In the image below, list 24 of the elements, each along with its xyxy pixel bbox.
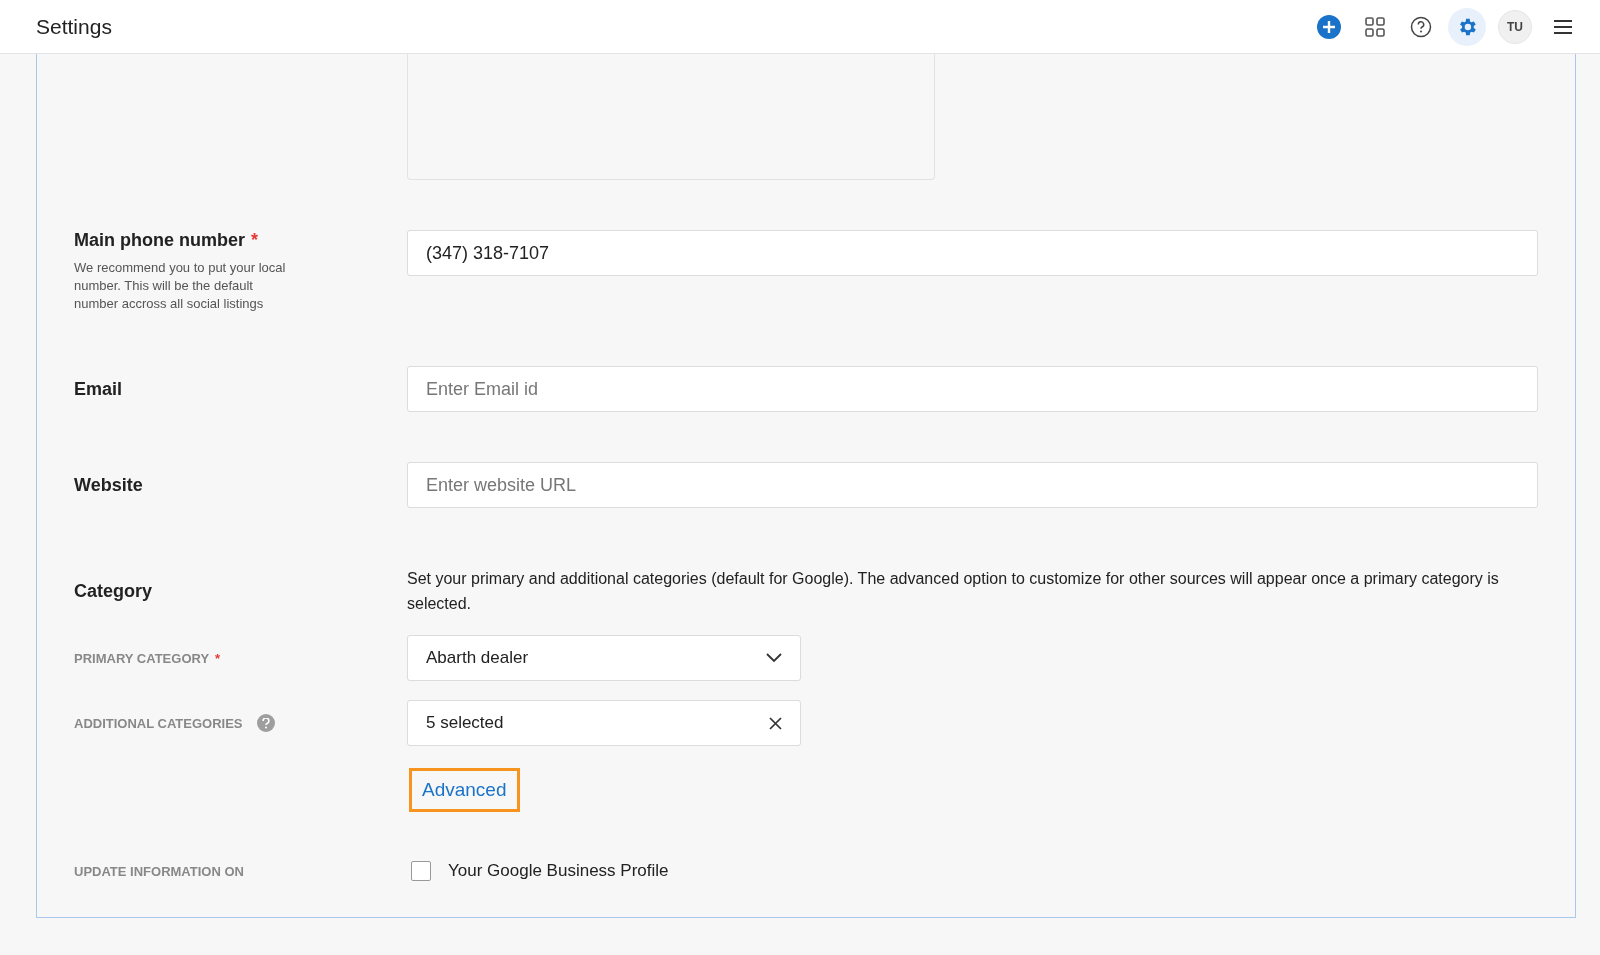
categories-select[interactable]: 5 selected <box>407 700 801 746</box>
chevron-down-icon <box>766 653 782 663</box>
category-dropdown[interactable]: Abarth dealer <box>407 635 801 681</box>
advanced-link[interactable]: Advanced <box>409 768 520 812</box>
page-title: Settings <box>36 14 113 39</box>
phone-input[interactable]: (347) 318-7107 <box>407 230 1538 276</box>
checkbox-label: Your Google Business Profile <box>448 861 669 881</box>
field-label: PRIMARY CATEGORY <box>74 650 210 666</box>
checkbox[interactable] <box>411 861 431 881</box>
category-description: Set your primary and additional categories (default for Google). The advanced option to customize for other sources will appear once a primary category is selected. <box>407 569 1500 614</box>
field-label: Website <box>74 474 144 496</box>
required-mark: * <box>251 230 258 251</box>
field-label: Main phone number <box>74 230 245 251</box>
field-label: UPDATE INFORMATION ON <box>74 863 245 879</box>
clear-icon[interactable] <box>769 716 782 730</box>
field-hint: We recommend you to put your local number. This will be the default number accross all social listings <box>74 259 287 313</box>
field-label: Email <box>74 378 124 400</box>
settings-icon[interactable] <box>1448 7 1486 46</box>
field-label: Category <box>74 580 154 602</box>
user-avatar[interactable]: TU <box>1498 9 1532 44</box>
email-input[interactable]: Enter Email id <box>407 366 1538 412</box>
field-label: ADDITIONAL CATEGORIES <box>74 715 243 731</box>
required-mark: * <box>215 650 221 666</box>
website-input[interactable]: Enter website URL <box>407 462 1538 508</box>
